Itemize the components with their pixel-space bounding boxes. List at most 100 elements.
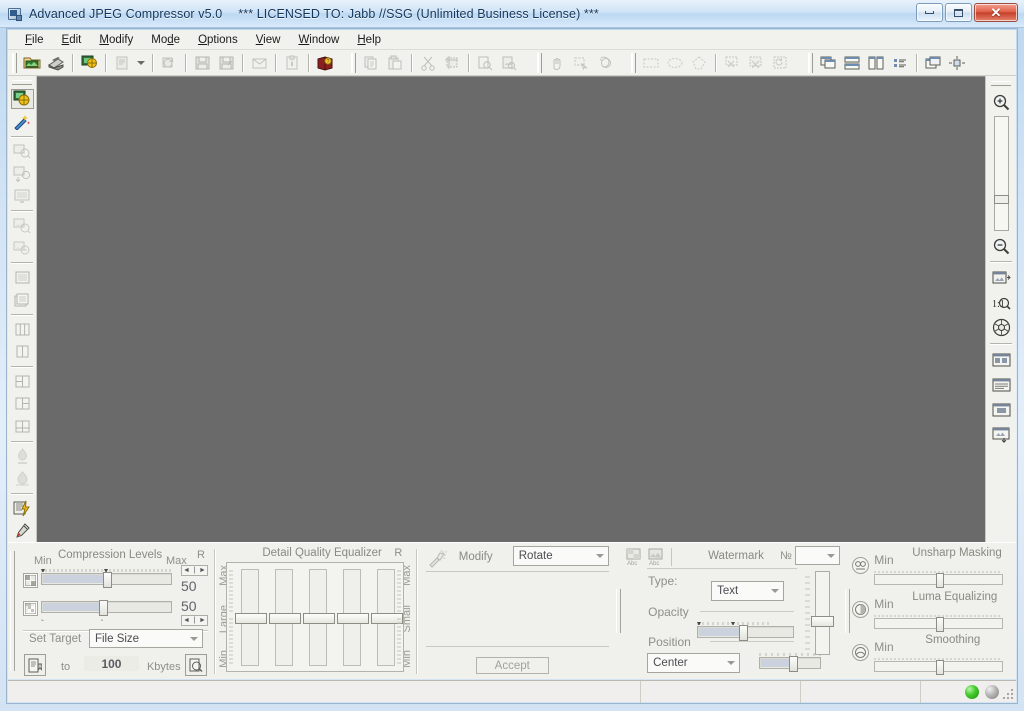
toolbar-grip[interactable] bbox=[12, 53, 17, 73]
compare-compressed-button[interactable] bbox=[11, 163, 34, 184]
watermark-panel-grip[interactable] bbox=[616, 589, 621, 633]
luma-equalizing-slider[interactable] bbox=[874, 618, 1003, 629]
open-image-button[interactable] bbox=[21, 52, 43, 73]
compression-panel-grip[interactable] bbox=[10, 551, 15, 671]
zoom-page-button[interactable] bbox=[474, 52, 496, 73]
single-item-button[interactable] bbox=[990, 398, 1013, 421]
arrange-icons-button[interactable] bbox=[889, 52, 911, 73]
luma-equalizing-thumb[interactable] bbox=[936, 617, 944, 632]
resize-grip[interactable] bbox=[1002, 688, 1014, 700]
refresh-selection-button[interactable] bbox=[769, 52, 791, 73]
lasso-select-tool[interactable] bbox=[594, 52, 616, 73]
color-picker-button[interactable] bbox=[11, 520, 34, 541]
copy-button[interactable] bbox=[360, 52, 382, 73]
compare-original-button[interactable] bbox=[11, 141, 34, 162]
zoom-slider-thumb[interactable] bbox=[994, 195, 1009, 204]
image-workspace[interactable] bbox=[37, 76, 985, 542]
eq-band-4-thumb[interactable] bbox=[337, 613, 369, 624]
select-polygon-shape[interactable] bbox=[688, 52, 710, 73]
eq-band-4[interactable] bbox=[343, 569, 361, 666]
toolbar-grip-5[interactable] bbox=[808, 53, 813, 73]
preview-result-button[interactable] bbox=[11, 186, 34, 207]
rectangle-select-tool[interactable] bbox=[570, 52, 592, 73]
watermark-image-icon[interactable]: Abc bbox=[648, 548, 667, 569]
preview-page-button[interactable] bbox=[498, 52, 520, 73]
menu-options[interactable]: Options bbox=[189, 32, 247, 48]
watermark-size-slider[interactable] bbox=[759, 657, 821, 669]
three-column-view-button[interactable] bbox=[11, 319, 34, 340]
invert-selection-button[interactable] bbox=[745, 52, 767, 73]
smoothing-thumb[interactable] bbox=[936, 660, 944, 675]
watermark-size-thumb[interactable] bbox=[789, 656, 798, 672]
watermark-opacity-thumb[interactable] bbox=[739, 625, 748, 641]
grid-view-b-button[interactable] bbox=[11, 394, 34, 415]
watermark-vertical-thumb[interactable] bbox=[811, 616, 834, 627]
center-window-button[interactable] bbox=[946, 52, 968, 73]
grid-view-a-button[interactable] bbox=[11, 371, 34, 392]
magic-enhance-button[interactable] bbox=[11, 111, 34, 132]
watermark-position-select[interactable]: Center bbox=[647, 653, 740, 673]
chrominance-spinner[interactable]: ◄|► bbox=[181, 615, 208, 626]
pan-hand-tool[interactable] bbox=[546, 52, 568, 73]
luminance-spinner[interactable]: ◄|► bbox=[181, 565, 208, 576]
document-properties-button[interactable] bbox=[111, 52, 133, 73]
zoom-compare-b-button[interactable] bbox=[11, 238, 34, 259]
zoom-slider[interactable] bbox=[994, 116, 1009, 231]
tile-vertical-button[interactable] bbox=[865, 52, 887, 73]
menu-window[interactable]: Window bbox=[289, 32, 348, 48]
zoom-out-button[interactable] bbox=[990, 234, 1013, 257]
luminance-compression-slider[interactable] bbox=[41, 573, 172, 585]
compression-mode-button[interactable] bbox=[11, 89, 34, 110]
watermark-text-icon[interactable]: Abc bbox=[626, 548, 645, 569]
export-view-button[interactable] bbox=[990, 423, 1013, 446]
select-rectangle-shape[interactable] bbox=[640, 52, 662, 73]
target-value-input[interactable]: 100 bbox=[84, 656, 139, 671]
save-image-button[interactable] bbox=[191, 52, 213, 73]
single-view-button[interactable] bbox=[11, 267, 34, 288]
menu-modify[interactable]: Modify bbox=[90, 32, 142, 48]
cut-button[interactable] bbox=[417, 52, 439, 73]
batch-compress-button[interactable] bbox=[78, 52, 100, 73]
send-mail-button[interactable] bbox=[248, 52, 270, 73]
fit-to-window-button[interactable] bbox=[990, 266, 1013, 289]
eq-band-3-thumb[interactable] bbox=[303, 613, 335, 624]
calculate-target-button[interactable] bbox=[185, 654, 207, 676]
menu-mode[interactable]: Mode bbox=[142, 32, 189, 48]
menu-help[interactable]: Help bbox=[348, 32, 390, 48]
grid-view-c-button[interactable] bbox=[11, 416, 34, 437]
minimize-button[interactable] bbox=[916, 3, 943, 22]
select-ellipse-shape[interactable] bbox=[664, 52, 686, 73]
cascade-windows-button[interactable] bbox=[817, 52, 839, 73]
apply-target-button[interactable] bbox=[24, 654, 46, 676]
detail-list-button[interactable] bbox=[990, 373, 1013, 396]
zoom-compare-a-button[interactable] bbox=[11, 215, 34, 236]
luminance-slider-thumb[interactable] bbox=[103, 572, 112, 588]
save-as-button[interactable] bbox=[215, 52, 237, 73]
accept-button[interactable]: Accept bbox=[476, 657, 549, 674]
unsharp-masking-slider[interactable] bbox=[874, 574, 1003, 585]
menu-view[interactable]: View bbox=[247, 32, 290, 48]
eq-band-2[interactable] bbox=[275, 569, 293, 666]
tile-horizontal-button[interactable] bbox=[841, 52, 863, 73]
watermark-number-select[interactable] bbox=[795, 546, 840, 565]
smoothing-slider[interactable] bbox=[874, 661, 1003, 672]
eq-band-3[interactable] bbox=[309, 569, 327, 666]
close-button[interactable]: ✕ bbox=[974, 3, 1018, 22]
scan-image-button[interactable] bbox=[45, 52, 67, 73]
menu-edit[interactable]: Edit bbox=[53, 32, 91, 48]
toolbar-grip-3[interactable] bbox=[537, 53, 542, 73]
eq-band-1-thumb[interactable] bbox=[235, 613, 267, 624]
maximize-button[interactable] bbox=[945, 3, 972, 22]
quick-optimize-button[interactable] bbox=[11, 498, 34, 519]
watermark-vertical-slider[interactable] bbox=[815, 571, 830, 655]
actual-size-button[interactable]: 1:1 bbox=[990, 291, 1013, 314]
toolbar-grip-2[interactable] bbox=[351, 53, 356, 73]
thumbnail-list-button[interactable] bbox=[990, 348, 1013, 371]
right-palette-grip[interactable] bbox=[991, 81, 1011, 86]
clear-selection-button[interactable] bbox=[721, 52, 743, 73]
help-book-button[interactable]: ? bbox=[314, 52, 336, 73]
unsharp-masking-thumb[interactable] bbox=[936, 573, 944, 588]
document-dropdown-button[interactable] bbox=[135, 52, 147, 73]
reload-image-button[interactable] bbox=[158, 52, 180, 73]
watermark-opacity-slider[interactable] bbox=[697, 626, 794, 638]
